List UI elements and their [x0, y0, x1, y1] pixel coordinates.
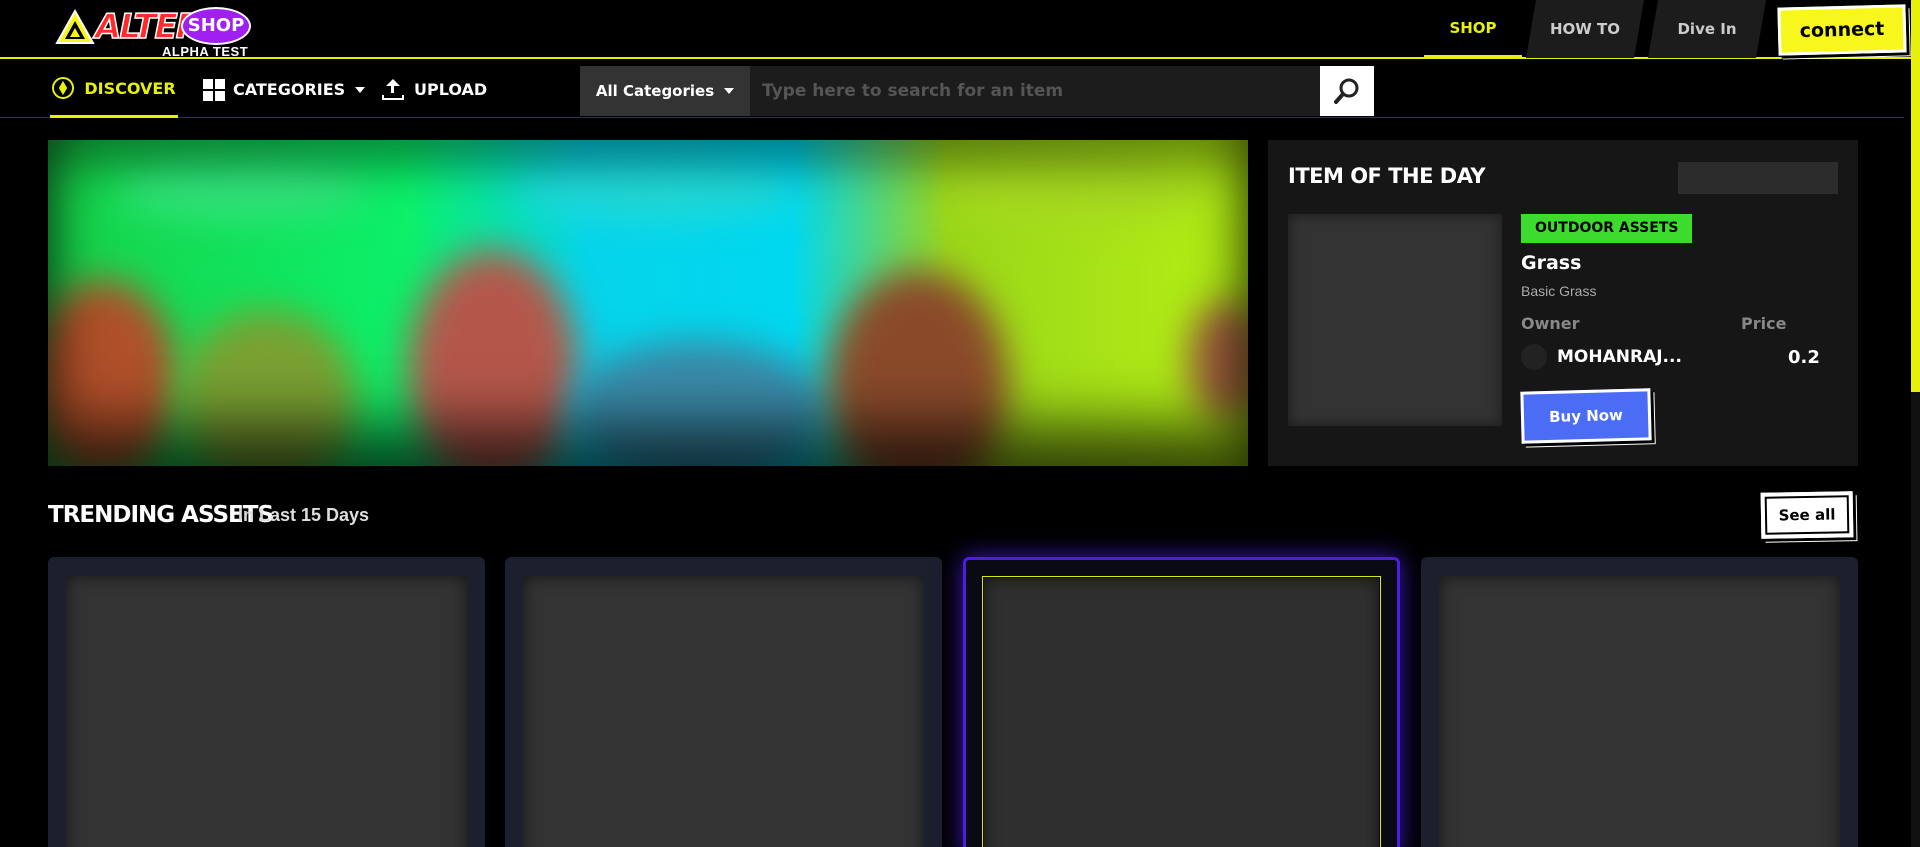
connect-button[interactable]: connect: [1777, 4, 1907, 56]
chevron-down-icon: [724, 88, 735, 94]
chevron-down-icon: [355, 86, 366, 93]
asset-card-thumbnail: [66, 576, 467, 847]
owner-avatar[interactable]: [1521, 344, 1547, 370]
asset-card-hovered[interactable]: [963, 557, 1400, 847]
triangle-logo-icon: [55, 9, 95, 44]
grid-icon: [203, 78, 225, 101]
asset-card-thumbnail: [984, 578, 1379, 847]
upload-icon: [382, 78, 404, 101]
see-all-button[interactable]: See all: [1760, 491, 1854, 539]
item-name[interactable]: Grass: [1521, 252, 1581, 274]
nav-discover-label: DISCOVER: [84, 78, 176, 98]
search-category-label: All Categories: [595, 82, 715, 100]
item-thumbnail[interactable]: [1288, 214, 1502, 426]
scrollbar-thumb[interactable]: [1911, 0, 1920, 392]
top-tab-how-to[interactable]: HOW TO: [1526, 0, 1644, 58]
top-header: ALTER SHOP ALPHA TEST SHOP HOW TO Dive I…: [0, 0, 1920, 59]
owner-name[interactable]: MOHANRAJ...: [1557, 347, 1682, 367]
search-bar: All Categories: [580, 66, 1374, 116]
alter-shop-logo[interactable]: ALTER SHOP ALPHA TEST: [55, 5, 255, 59]
search-button[interactable]: [1320, 66, 1374, 116]
nav-upload-label: UPLOAD: [414, 80, 488, 99]
asset-card[interactable]: [1421, 557, 1858, 847]
sub-nav: DISCOVER CATEGORIES UPLOAD All Categorie…: [0, 61, 1904, 118]
top-tab-dive-in[interactable]: Dive In: [1648, 0, 1766, 58]
banner-vignette: [48, 140, 1248, 466]
asset-card[interactable]: [48, 557, 485, 847]
price-label: Price: [1741, 314, 1787, 333]
page-scrollbar[interactable]: [1911, 0, 1920, 847]
logo-shop-badge: SHOP: [181, 7, 251, 45]
nav-categories-label: CATEGORIES: [233, 80, 346, 99]
search-icon: [1334, 78, 1359, 104]
top-tab-shop[interactable]: SHOP: [1424, 0, 1522, 58]
search-input[interactable]: [750, 66, 1320, 116]
nav-discover[interactable]: DISCOVER: [50, 61, 178, 118]
logo-subtitle: ALPHA TEST: [162, 44, 249, 59]
price-value: 0.2: [1788, 347, 1820, 368]
item-description: Basic Grass: [1521, 283, 1597, 299]
asset-card-thumbnail: [1439, 576, 1840, 847]
top-nav: SHOP HOW TO Dive In connect: [1424, 0, 1907, 58]
buy-now-button[interactable]: Buy Now: [1520, 388, 1652, 444]
nav-upload[interactable]: UPLOAD: [382, 61, 487, 118]
owner-label: Owner: [1521, 314, 1580, 333]
item-of-the-day-timer: [1678, 162, 1838, 194]
nav-categories[interactable]: CATEGORIES: [203, 61, 366, 118]
category-tag[interactable]: OUTDOOR ASSETS: [1521, 214, 1693, 243]
asset-card[interactable]: [505, 557, 942, 847]
item-of-the-day-title: ITEM OF THE DAY: [1288, 164, 1486, 188]
trending-assets-subtitle: In Last 15 Days: [238, 505, 370, 525]
asset-card-thumbnail: [523, 576, 924, 847]
search-category-select[interactable]: All Categories: [580, 66, 750, 116]
hero-banner[interactable]: [48, 140, 1248, 466]
compass-icon: [52, 77, 75, 99]
item-of-the-day-panel: ITEM OF THE DAY OUTDOOR ASSETS Grass Bas…: [1268, 140, 1858, 466]
